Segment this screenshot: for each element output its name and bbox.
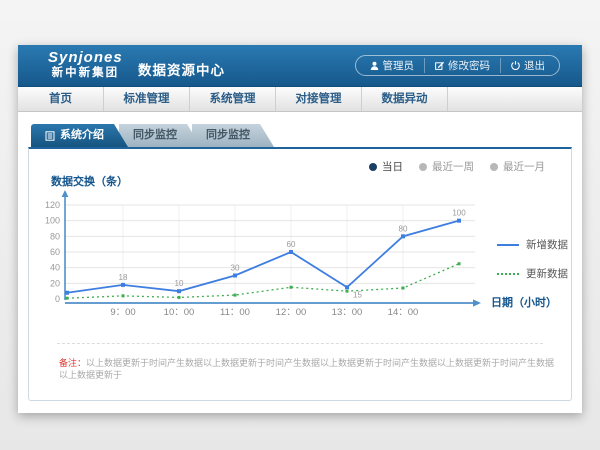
app-window: Synjones 新中新集团 数据资源中心 管理员 修改密码 (18, 45, 582, 413)
svg-text:12：00: 12：00 (276, 307, 307, 318)
chart-x-axis-title: 日期（小时） (491, 294, 557, 310)
legend-label: 新增数据 (526, 237, 568, 252)
legend-item-updated-data: 更新数据 (497, 266, 568, 281)
svg-text:100: 100 (45, 216, 60, 226)
svg-text:11：00: 11：00 (220, 307, 250, 318)
brand-name-cn: 新中新集团 (48, 66, 123, 80)
note-text: 以上数据更新于时间产生数据以上数据更新于时间产生数据以上数据更新于时间产生数据以… (59, 358, 554, 380)
app-header: Synjones 新中新集团 数据资源中心 管理员 修改密码 (18, 45, 582, 87)
range-selector: 当日 最近一周 最近一月 (369, 159, 545, 174)
svg-text:13：00: 13：00 (332, 307, 363, 318)
svg-text:40: 40 (50, 263, 60, 273)
note-prefix: 备注： (59, 358, 86, 368)
footer-note: 备注：以上数据更新于时间产生数据以上数据更新于时间产生数据以上数据更新于时间产生… (59, 357, 559, 381)
svg-text:15: 15 (353, 290, 362, 299)
nav-item-interface-mgmt[interactable]: 对接管理 (276, 87, 362, 111)
solid-line-swatch (497, 244, 519, 246)
svg-text:10：00: 10：00 (164, 307, 195, 318)
tab-label: 同步监控 (133, 129, 177, 141)
range-option-label: 最近一月 (503, 159, 545, 174)
admin-user-label: 管理员 (383, 58, 415, 73)
range-option-last-week[interactable]: 最近一周 (419, 159, 474, 174)
nav-item-system-mgmt[interactable]: 系统管理 (190, 87, 276, 111)
svg-text:60: 60 (50, 247, 60, 257)
svg-text:80: 80 (50, 231, 60, 241)
brand-logo: Synjones 新中新集团 (48, 49, 123, 80)
tab-bar: 系统介绍 同步监控 同步监控 (31, 124, 274, 147)
change-password-button[interactable]: 修改密码 (424, 58, 500, 73)
logout-label: 退出 (524, 58, 545, 73)
edit-icon (435, 61, 444, 70)
range-option-label: 当日 (382, 159, 403, 174)
chart-legend: 新增数据 更新数据 (497, 237, 568, 295)
svg-text:10: 10 (175, 279, 184, 288)
nav-item-standard-mgmt[interactable]: 标准管理 (104, 87, 190, 111)
content-panel: 当日 最近一周 最近一月 数据交换（条） 0204060801001209：00… (28, 147, 572, 401)
admin-user-button[interactable]: 管理员 (360, 58, 425, 73)
svg-text:18: 18 (119, 273, 128, 282)
svg-text:100: 100 (452, 209, 466, 218)
svg-text:80: 80 (399, 224, 408, 233)
tab-label: 系统介绍 (60, 124, 104, 147)
document-icon (45, 131, 55, 141)
radio-unselected-icon (490, 163, 498, 171)
legend-item-new-data: 新增数据 (497, 237, 568, 252)
nav-item-data-change[interactable]: 数据异动 (362, 87, 448, 111)
desktop-background: Synjones 新中新集团 数据资源中心 管理员 修改密码 (0, 0, 600, 450)
range-option-today[interactable]: 当日 (369, 159, 403, 174)
user-actions: 管理员 修改密码 退出 (355, 55, 561, 76)
svg-text:120: 120 (45, 200, 60, 210)
brand-name: Synjones (48, 49, 123, 66)
tab-sync-monitor-2[interactable]: 同步监控 (192, 124, 274, 147)
svg-text:60: 60 (287, 240, 296, 249)
change-password-label: 修改密码 (448, 58, 490, 73)
tab-system-intro[interactable]: 系统介绍 (31, 124, 128, 147)
user-icon (370, 61, 379, 70)
radio-selected-icon (369, 163, 377, 171)
radio-unselected-icon (419, 163, 427, 171)
nav-item-home[interactable]: 首页 (18, 87, 104, 111)
main-nav: 首页 标准管理 系统管理 对接管理 数据异动 (18, 87, 582, 112)
svg-text:30: 30 (231, 264, 240, 273)
page-title: 数据资源中心 (138, 59, 225, 79)
tab-label: 同步监控 (206, 129, 250, 141)
dotted-line-swatch (497, 273, 519, 275)
logout-button[interactable]: 退出 (500, 58, 555, 73)
power-icon (511, 61, 520, 70)
chart-svg: 0 20 40 60 80 100 120 9：00 10：00 11：00 12：00 13：00 1… (39, 187, 489, 322)
range-option-last-month[interactable]: 最近一月 (490, 159, 545, 174)
svg-text:14：00: 14：00 (388, 307, 419, 318)
svg-text:9：00: 9：00 (110, 307, 135, 318)
divider (57, 343, 543, 344)
svg-text:20: 20 (50, 278, 60, 288)
tab-sync-monitor-1[interactable]: 同步监控 (119, 124, 201, 147)
legend-label: 更新数据 (526, 266, 568, 281)
svg-text:0: 0 (55, 294, 60, 304)
chart-area: 0 20 40 60 80 100 120 9：00 10：00 11：00 12：00 13：00 1… (39, 187, 489, 322)
range-option-label: 最近一周 (432, 159, 474, 174)
